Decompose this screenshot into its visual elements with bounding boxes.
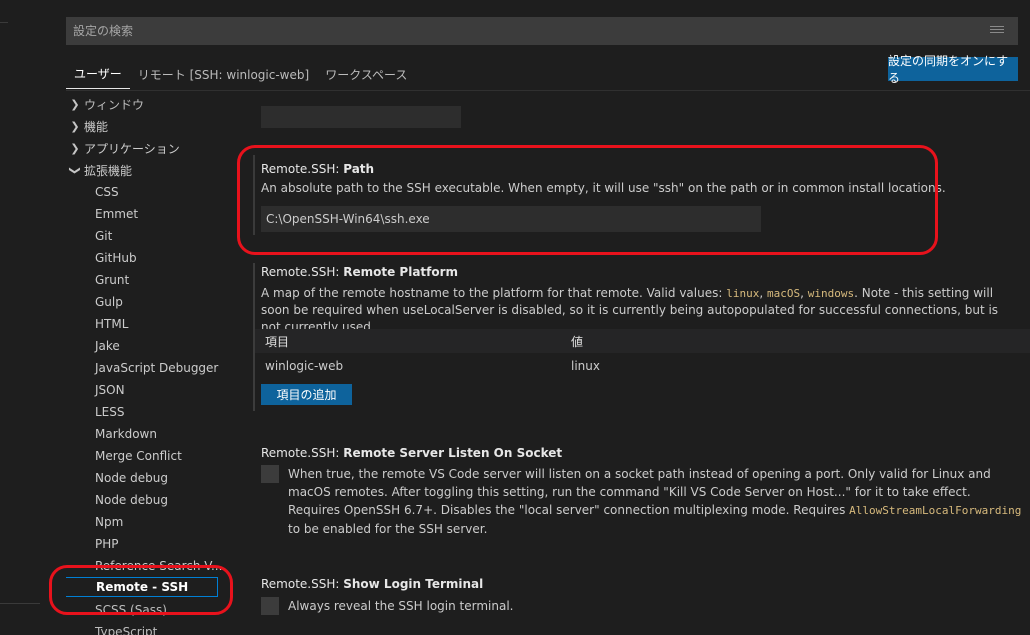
setting-title: Remote.SSH: Remote Server Listen On Sock… [261, 446, 562, 460]
add-item-button[interactable]: 項目の追加 [261, 384, 352, 405]
setting-category: Remote.SSH: [261, 577, 344, 591]
column-header-value: 値 [571, 334, 584, 349]
tree-item-json[interactable]: JSON [66, 380, 125, 400]
setting-show-login-terminal: Remote.SSH: Show Login Terminal Always r… [250, 576, 1030, 626]
settings-toc-tree: ❯ ウィンドウ ❯ 機能 ❯ アプリケーション ❯ 拡張機能 CSS Emmet… [66, 97, 226, 635]
row-value: linux [571, 359, 600, 373]
description-text: , [800, 286, 808, 300]
setting-category: Remote.SSH: [261, 162, 344, 176]
table-header: 項目 値 [255, 329, 1030, 353]
setting-title: Remote.SSH: Remote Platform [261, 265, 458, 279]
setting-key: Show Login Terminal [343, 577, 484, 591]
code-value: AllowStreamLocalForwarding [849, 504, 1022, 517]
tree-item-github[interactable]: GitHub [66, 248, 137, 268]
chevron-down-icon: ❯ [68, 165, 82, 175]
setting-description: Always reveal the SSH login terminal. [288, 599, 514, 613]
tab-workspace[interactable]: ワークスペース [325, 62, 407, 89]
table-row[interactable]: winlogic-web linux [255, 354, 1030, 378]
tree-item-html[interactable]: HTML [66, 314, 128, 334]
tree-item-features[interactable]: ❯ 機能 [66, 116, 108, 136]
tab-user[interactable]: ユーザー [66, 61, 130, 89]
editor-left-edge [0, 0, 56, 635]
setting-key: Path [343, 162, 375, 176]
settings-list: Remote.SSH: Path An absolute path to the… [250, 97, 1030, 635]
row-key: winlogic-web [265, 359, 344, 373]
tree-item-node-debug-2[interactable]: Node debug [66, 490, 168, 510]
setting-description: An absolute path to the SSH executable. … [261, 181, 946, 195]
code-value: macOS [766, 287, 801, 300]
settings-sync-button[interactable]: 設定の同期をオンにする [888, 54, 1018, 85]
filter-list-icon[interactable] [990, 26, 1004, 36]
setting-listen-on-socket: Remote.SSH: Remote Server Listen On Sock… [250, 445, 1030, 545]
tree-item-less[interactable]: LESS [66, 402, 125, 422]
tree-item-remote-ssh[interactable]: Remote - SSH [66, 577, 218, 597]
previous-setting-input[interactable] [261, 106, 461, 128]
setting-key: Remote Platform [343, 265, 459, 279]
tab-remote[interactable]: リモート [SSH: winlogic-web] [138, 62, 309, 89]
tree-item-javascript-debugger[interactable]: JavaScript Debugger [66, 358, 218, 378]
setting-remote-platform: Remote.SSH: Remote Platform A map of the… [250, 263, 1030, 413]
setting-key: Remote Server Listen On Socket [343, 446, 563, 460]
tree-item-application[interactable]: ❯ アプリケーション [66, 138, 180, 158]
settings-search-bar[interactable] [66, 17, 1018, 45]
tree-item-label: アプリケーション [84, 141, 180, 156]
setting-remote-ssh-path: Remote.SSH: Path An absolute path to the… [250, 155, 1030, 235]
tree-item-label: 拡張機能 [84, 163, 133, 178]
tree-item-php[interactable]: PHP [66, 534, 119, 554]
divider [0, 22, 8, 23]
setting-title: Remote.SSH: Path [261, 162, 374, 176]
show-login-terminal-checkbox[interactable] [261, 597, 279, 615]
setting-modified-indicator [253, 155, 255, 235]
tree-item-node-debug[interactable]: Node debug [66, 468, 168, 488]
code-value: windows [807, 287, 855, 300]
tree-item-gulp[interactable]: Gulp [66, 292, 123, 312]
settings-search-input[interactable] [73, 24, 953, 38]
tree-item-git[interactable]: Git [66, 226, 112, 246]
tree-item-label: ウィンドウ [84, 97, 145, 112]
divider [0, 603, 40, 604]
tree-item-typescript[interactable]: TypeScript [66, 622, 157, 635]
tree-item-grunt[interactable]: Grunt [66, 270, 129, 290]
code-value: linux [726, 287, 760, 300]
setting-description: When true, the remote VS Code server wil… [288, 465, 1023, 538]
settings-scope-tabs: ユーザー リモート [SSH: winlogic-web] ワークスペース [66, 60, 423, 90]
tree-item-css[interactable]: CSS [66, 182, 119, 202]
tree-item-markdown[interactable]: Markdown [66, 424, 157, 444]
setting-category: Remote.SSH: [261, 446, 344, 460]
tree-item-extensions[interactable]: ❯ 拡張機能 [66, 160, 133, 180]
column-header-key: 項目 [265, 334, 290, 349]
tree-item-emmet[interactable]: Emmet [66, 204, 138, 224]
listen-on-socket-checkbox[interactable] [261, 465, 279, 483]
tree-item-npm[interactable]: Npm [66, 512, 123, 532]
chevron-right-icon: ❯ [70, 119, 80, 133]
setting-title: Remote.SSH: Show Login Terminal [261, 577, 483, 591]
description-text: A map of the remote hostname to the plat… [261, 286, 727, 300]
description-text: to be enabled for the SSH server. [288, 522, 488, 536]
title-area [0, 0, 1030, 8]
tree-item-scss[interactable]: SCSS (Sass) [66, 600, 167, 620]
tree-item-jake[interactable]: Jake [66, 336, 120, 356]
tree-item-reference-search[interactable]: Reference Search V... [66, 556, 222, 576]
ssh-path-input[interactable] [261, 206, 761, 232]
chevron-right-icon: ❯ [70, 141, 80, 155]
divider [66, 90, 1030, 91]
tree-item-window[interactable]: ❯ ウィンドウ [66, 97, 144, 114]
setting-category: Remote.SSH: [261, 265, 344, 279]
chevron-right-icon: ❯ [70, 97, 80, 111]
tree-item-label: 機能 [84, 119, 109, 134]
tree-item-merge-conflict[interactable]: Merge Conflict [66, 446, 182, 466]
description-text: , [759, 286, 767, 300]
